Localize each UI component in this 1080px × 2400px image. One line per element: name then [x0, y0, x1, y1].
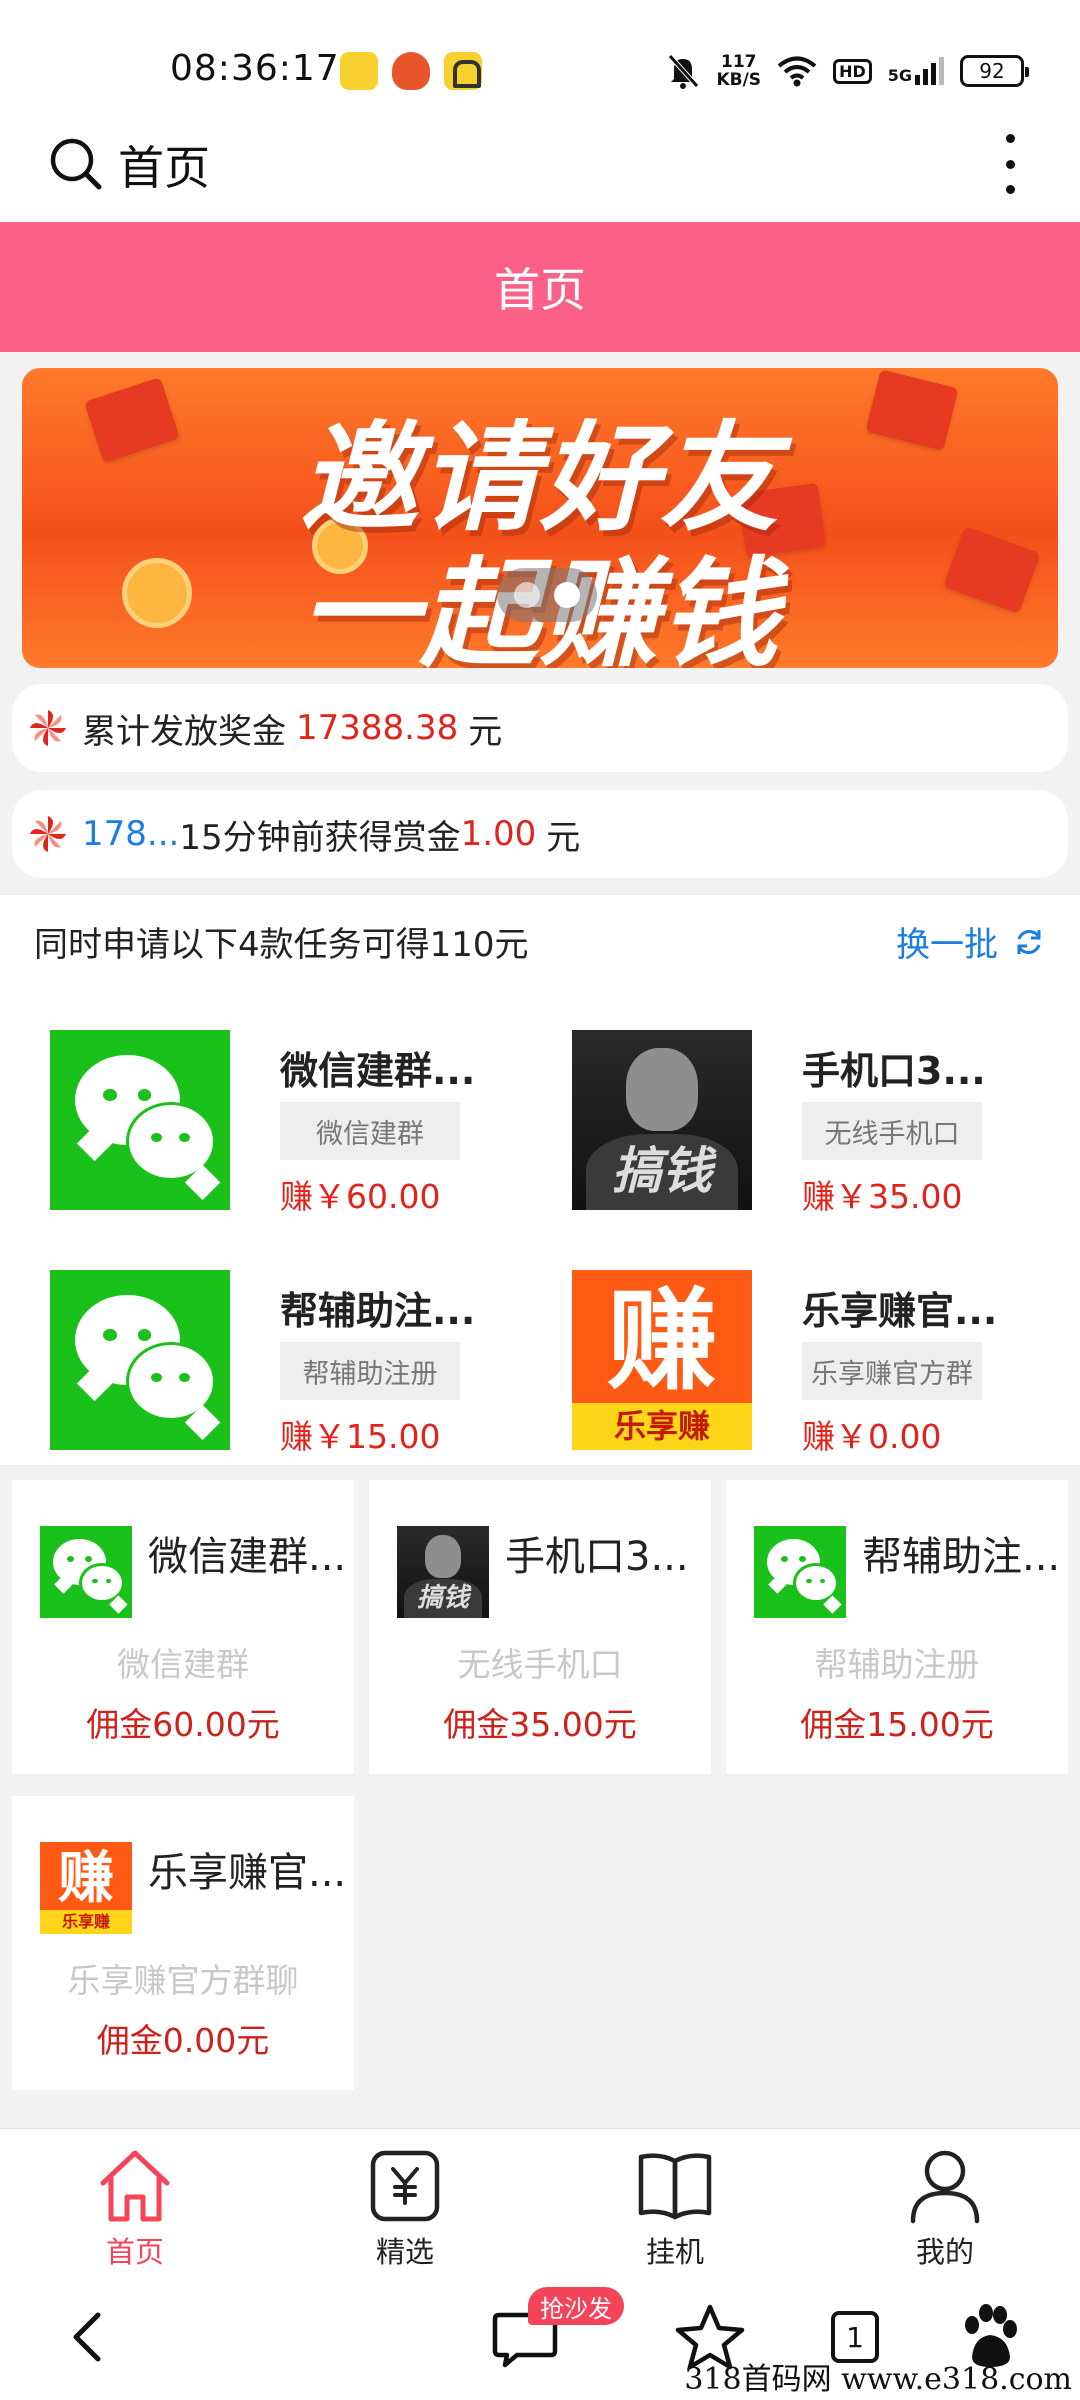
grid-card-assist-register[interactable]: 帮辅助注... 帮辅助注册 佣金15.00元	[726, 1480, 1068, 1774]
grid-card-wechat-group[interactable]: 微信建群... 微信建群 佣金60.00元	[12, 1480, 354, 1774]
grid-card-phone[interactable]: 搞钱 手机口3... 无线手机口 佣金35.00元	[369, 1480, 711, 1774]
bottom-tab-bar: 首页 精选 挂机 我的	[0, 2128, 1080, 2273]
task-tag: 无线手机口	[802, 1102, 982, 1160]
task-tag: 帮辅助注册	[280, 1342, 460, 1400]
recent-reward-notice: 178... 15分钟前获得赏金 1.00 元	[12, 790, 1068, 878]
carousel-dots[interactable]	[497, 568, 597, 622]
task-earn: 赚￥0.00	[802, 1417, 942, 1456]
grid-card-subtitle: 乐享赚官方群聊	[67, 1961, 299, 2000]
watermark: 318首码网 www.e318.com	[684, 2362, 1072, 2397]
task-tag: 微信建群	[280, 1102, 460, 1160]
invite-banner[interactable]: 邀请好友 一起赚钱	[22, 368, 1058, 668]
status-time: 08:36:17	[170, 48, 340, 89]
status-indicators: 117 KB/S HD 5G 92	[666, 50, 1029, 92]
task-name: 帮辅助注...	[280, 1289, 476, 1333]
refresh-batch-button[interactable]: 换一批	[896, 917, 1046, 966]
wechat-icon	[50, 1270, 230, 1450]
battery-indicator: 92	[960, 55, 1029, 87]
total-bonus-unit: 元	[468, 711, 503, 752]
task-card-phone[interactable]: 搞钱 手机口3... 无线手机口 赚￥35.00	[572, 1030, 1080, 1230]
signal-icon: 5G	[888, 57, 944, 85]
wechat-icon	[40, 1526, 132, 1618]
wechat-icon	[754, 1526, 846, 1618]
wechat-icon	[50, 1030, 230, 1210]
money-man-icon: 搞钱	[572, 1030, 752, 1210]
task-earn: 赚￥15.00	[280, 1417, 441, 1456]
grid-card-commission: 佣金60.00元	[86, 1705, 280, 1744]
recent-reward-text: 15分钟前获得赏金	[179, 817, 461, 858]
grid-card-subtitle: 无线手机口	[457, 1645, 623, 1684]
total-bonus-amount: 17388.38	[296, 708, 459, 748]
task-name: 乐享赚官...	[802, 1289, 998, 1333]
pinwheel-icon	[30, 816, 66, 852]
recent-user: 178...	[82, 814, 180, 854]
total-bonus-notice: 累计发放奖金 17388.38 元	[12, 684, 1068, 772]
task-card-lexiangzhuan[interactable]: 赚 乐享赚 乐享赚官... 乐享赚官方群 赚￥0.00	[572, 1270, 1080, 1470]
wifi-icon	[777, 56, 817, 87]
lexiangzhuan-icon: 赚 乐享赚	[40, 1842, 132, 1934]
recent-reward-unit: 元	[546, 817, 581, 858]
user-icon	[910, 2150, 980, 2224]
mute-bell-icon	[668, 54, 700, 89]
grid-card-name: 帮辅助注...	[862, 1534, 1061, 1580]
hd-badge: HD	[833, 58, 872, 84]
search-icon[interactable]	[48, 136, 104, 192]
grid-card-commission: 佣金15.00元	[800, 1705, 994, 1744]
grid-card-name: 手机口3...	[505, 1534, 689, 1580]
task-tag: 乐享赚官方群	[802, 1342, 982, 1400]
task-card-wechat-group[interactable]: 微信建群... 微信建群 赚￥60.00	[50, 1030, 570, 1230]
tab-featured[interactable]: 精选	[270, 2129, 540, 2274]
task-section-title: 同时申请以下4款任务可得110元	[34, 925, 529, 965]
task-earn: 赚￥35.00	[802, 1177, 963, 1216]
tab-mine[interactable]: 我的	[810, 2129, 1080, 2274]
task-name: 微信建群...	[280, 1049, 476, 1093]
money-man-icon: 搞钱	[397, 1526, 489, 1618]
task-section: 同时申请以下4款任务可得110元 换一批 微信建群... 微信建群 赚￥60.0…	[0, 895, 1080, 1465]
grid-card-commission: 佣金0.00元	[96, 2021, 270, 2060]
grid-card-lexiangzhuan[interactable]: 赚 乐享赚 乐享赚官... 乐享赚官方群聊 佣金0.00元	[12, 1796, 354, 2090]
home-icon	[100, 2150, 170, 2222]
sofa-badge[interactable]: 抢沙发	[528, 2287, 624, 2325]
amap-app-icon	[444, 52, 482, 90]
total-bonus-label: 累计发放奖金	[82, 711, 286, 752]
taobao-app-icon	[392, 52, 430, 90]
grid-card-name: 乐享赚官...	[148, 1850, 347, 1896]
browser-title[interactable]: 首页	[118, 132, 210, 198]
more-menu-icon[interactable]	[1000, 134, 1020, 194]
book-icon	[638, 2153, 712, 2220]
browser-bar: 首页	[0, 120, 1080, 222]
tab-home[interactable]: 首页	[0, 2129, 270, 2274]
browser-nav-bar: 抢沙发 1 318首码网 www.e318.com	[0, 2273, 1080, 2400]
status-bar: 08:36:17 117 KB/S HD 5G 92	[0, 0, 1080, 120]
task-card-assist-register[interactable]: 帮辅助注... 帮辅助注册 赚￥15.00	[50, 1270, 570, 1470]
grid-card-commission: 佣金35.00元	[443, 1705, 637, 1744]
task-earn: 赚￥60.00	[280, 1177, 441, 1216]
yen-icon	[370, 2150, 440, 2222]
xianyu-app-icon	[340, 52, 378, 90]
pinwheel-icon	[30, 710, 66, 746]
task-name: 手机口3...	[802, 1049, 986, 1093]
grid-card-subtitle: 微信建群	[117, 1645, 249, 1684]
page-title: 首页	[0, 222, 1080, 352]
recent-reward-amount: 1.00	[460, 814, 537, 854]
lexiangzhuan-icon: 赚 乐享赚	[572, 1270, 752, 1450]
refresh-icon	[1017, 929, 1041, 954]
grid-card-name: 微信建群...	[148, 1534, 347, 1580]
net-speed: 117 KB/S	[716, 52, 762, 90]
back-icon[interactable]	[50, 2297, 130, 2377]
tab-idle[interactable]: 挂机	[540, 2129, 810, 2274]
grid-card-subtitle: 帮辅助注册	[814, 1645, 980, 1684]
